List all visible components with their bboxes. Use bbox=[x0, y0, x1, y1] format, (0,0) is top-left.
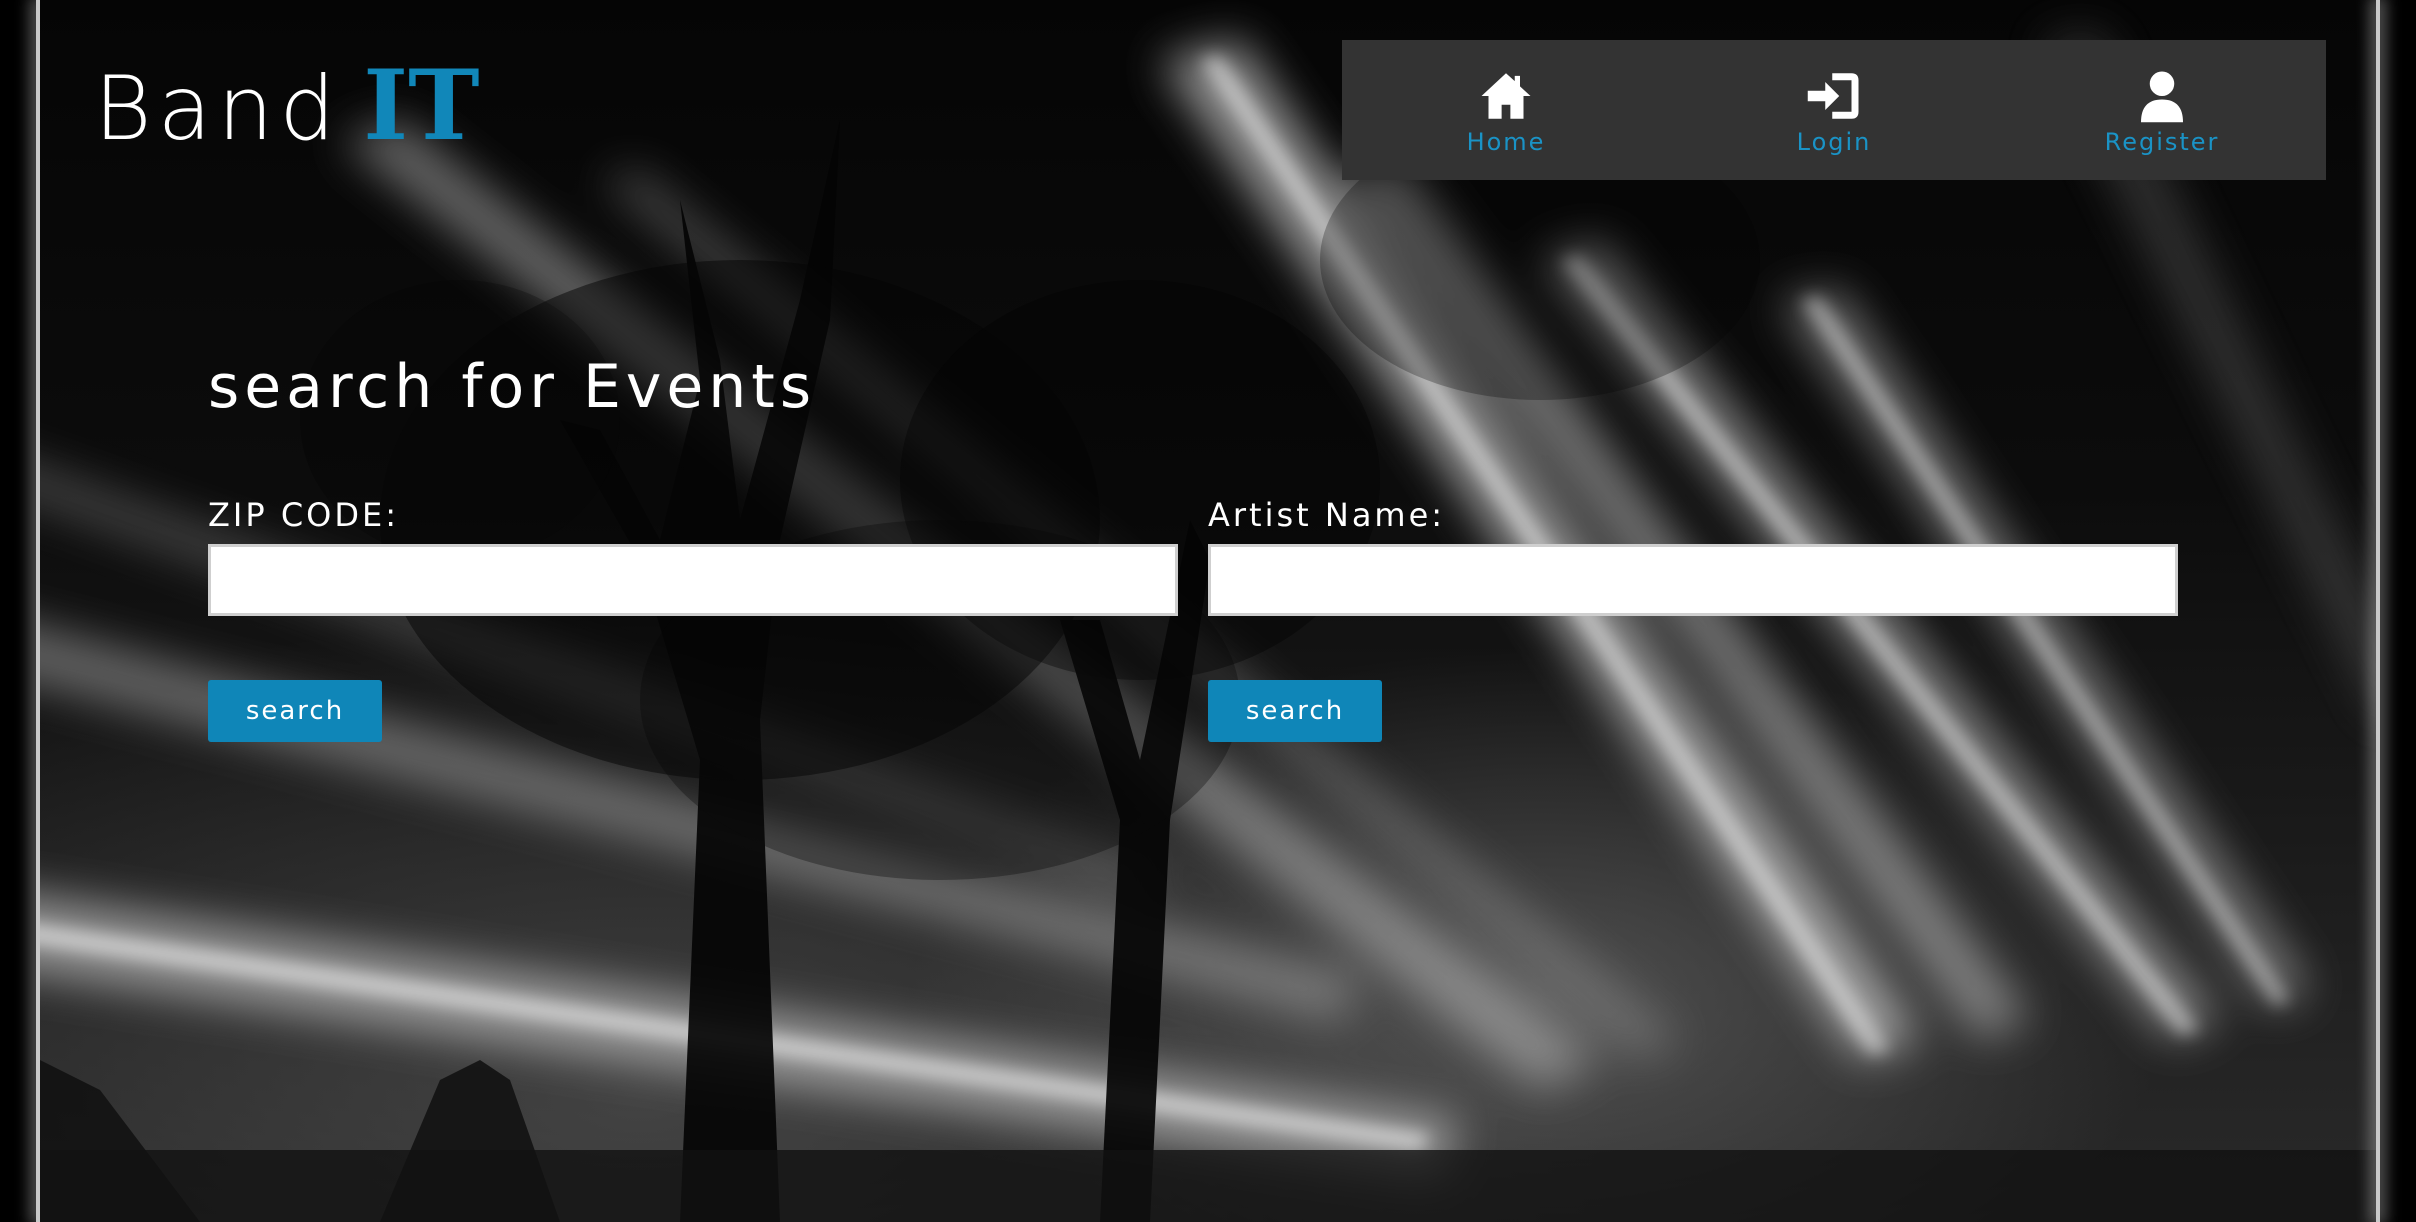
artist-name-input[interactable] bbox=[1208, 544, 2178, 616]
user-icon bbox=[2141, 71, 2183, 123]
nav-label-register: Register bbox=[2104, 128, 2220, 156]
nav-item-home[interactable]: Home bbox=[1342, 40, 1670, 180]
nav-item-register[interactable]: Register bbox=[1998, 40, 2326, 180]
zip-code-label: ZIP CODE: bbox=[208, 496, 399, 534]
home-icon bbox=[1481, 73, 1531, 119]
top-nav: Home Login Register bbox=[1342, 40, 2326, 180]
zip-code-input[interactable] bbox=[208, 544, 1178, 616]
brand-name-it: IT bbox=[363, 49, 480, 162]
brand-logo[interactable]: Band IT bbox=[94, 49, 480, 162]
page-frame: Band IT Home Login Register search for E… bbox=[0, 0, 2416, 1222]
page-title: search for Events bbox=[208, 352, 817, 422]
zip-search-button[interactable]: search bbox=[208, 680, 382, 742]
nav-label-home: Home bbox=[1466, 128, 1546, 156]
artist-name-label: Artist Name: bbox=[1208, 496, 1446, 534]
login-icon bbox=[1807, 73, 1859, 119]
brand-name-band: Band bbox=[94, 57, 342, 160]
artist-search-button[interactable]: search bbox=[1208, 680, 1382, 742]
nav-label-login: Login bbox=[1796, 128, 1872, 156]
nav-item-login[interactable]: Login bbox=[1670, 40, 1998, 180]
